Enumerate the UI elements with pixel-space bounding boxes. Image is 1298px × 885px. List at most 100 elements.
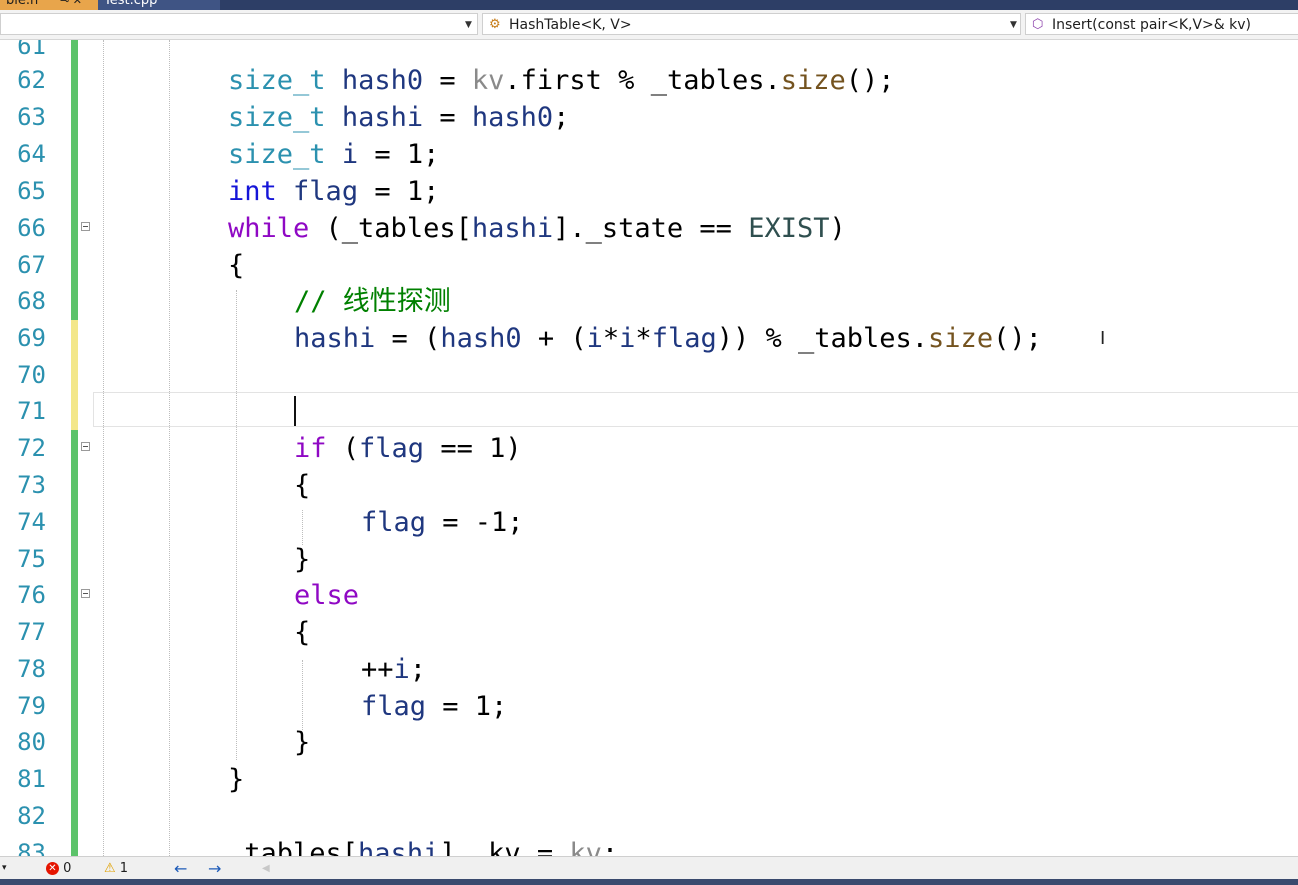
line-number: 80: [17, 728, 46, 756]
collapse-toggle[interactable]: [81, 589, 90, 598]
change-marker: [71, 320, 78, 357]
change-marker: [71, 504, 78, 541]
line-number: 75: [17, 545, 46, 573]
code-line: 78 ++i;: [0, 651, 1298, 688]
tab-header-file[interactable]: ble.h ⊸ ✕: [0, 0, 98, 10]
line-number: 73: [17, 471, 46, 499]
change-marker: [71, 357, 78, 394]
warning-count-value: 1: [119, 861, 129, 876]
code-line: 82: [0, 798, 1298, 835]
code-line: 79 flag = 1;: [0, 688, 1298, 725]
line-number: 68: [17, 287, 46, 315]
line-number: 69: [17, 324, 46, 352]
warning-icon: ⚠: [104, 861, 116, 876]
member-dropdown[interactable]: ⬡ Insert(const pair<K,V>& kv): [1025, 13, 1298, 35]
collapse-toggle[interactable]: [81, 222, 90, 231]
method-icon: ⬡: [1032, 17, 1044, 32]
change-marker: [71, 283, 78, 320]
line-number: 79: [17, 692, 46, 720]
code-text: }: [294, 544, 311, 575]
navigate-forward-icon[interactable]: →: [208, 860, 221, 877]
line-number: 78: [17, 655, 46, 683]
change-marker: [71, 577, 78, 614]
code-line: 81 }: [0, 761, 1298, 798]
code-text: size_t i = 1;: [228, 139, 440, 170]
change-marker: [71, 393, 78, 430]
code-text: hashi = (hash0 + (i*i*flag)) % _tables.s…: [294, 323, 1042, 354]
code-editor[interactable]: 61 62 size_t hash0 = kv.first % _tables.…: [0, 40, 1298, 856]
code-text: _tables[hashi]._kv = kv;: [228, 838, 619, 856]
code-text: {: [294, 617, 311, 648]
line-number: 81: [17, 765, 46, 793]
chevron-down-icon: ▼: [1010, 20, 1017, 30]
line-number: 63: [17, 103, 46, 131]
navigate-back-icon[interactable]: ←: [174, 860, 187, 877]
code-text: if (flag == 1): [294, 433, 522, 464]
code-line: 70: [0, 357, 1298, 394]
code-line: 68 // 线性探测: [0, 283, 1298, 320]
change-marker: [71, 467, 78, 504]
scroll-left-icon[interactable]: ◀: [262, 860, 270, 877]
line-number: 74: [17, 508, 46, 536]
code-text: }: [294, 727, 311, 758]
code-comment: // 线性探测: [294, 286, 451, 317]
change-marker: [71, 688, 78, 725]
change-marker: [71, 614, 78, 651]
mouse-ibeam-cursor: I: [1100, 328, 1106, 349]
code-text: while (_tables[hashi]._state == EXIST): [228, 213, 846, 244]
code-line: 76 else: [0, 577, 1298, 614]
tab-test-cpp[interactable]: Test.cpp: [98, 0, 220, 10]
change-marker: [71, 62, 78, 99]
code-line: 62 size_t hash0 = kv.first % _tables.siz…: [0, 62, 1298, 99]
code-line: 75 }: [0, 541, 1298, 578]
line-number: 65: [17, 177, 46, 205]
error-icon: ✕: [46, 862, 59, 875]
line-number: 77: [17, 618, 46, 646]
code-text: flag = -1;: [361, 507, 524, 538]
code-text: else: [294, 580, 360, 611]
pin-icon[interactable]: ⊸ ✕: [60, 0, 82, 10]
code-line: 67 {: [0, 247, 1298, 284]
error-count[interactable]: ✕ 0: [46, 860, 71, 877]
code-text: flag = 1;: [361, 691, 508, 722]
navigation-bar: ▼ ⚙ HashTable<K, V> ▼ ⬡ Insert(const pai…: [0, 10, 1298, 40]
error-count-value: 0: [63, 861, 72, 876]
change-marker: [71, 798, 78, 835]
editor-status-bar: ▾ ✕ 0 ⚠ 1 ← → ◀: [0, 856, 1298, 880]
code-line: 65 int flag = 1;: [0, 173, 1298, 210]
warning-count[interactable]: ⚠ 1: [104, 860, 128, 877]
class-icon: ⚙: [489, 17, 501, 32]
change-marker: [71, 247, 78, 284]
change-marker: [71, 541, 78, 578]
change-marker: [71, 430, 78, 467]
code-line: 80 }: [0, 724, 1298, 761]
chevron-down-icon: ▼: [465, 20, 472, 30]
change-marker: [71, 835, 78, 856]
line-number: 83: [17, 839, 46, 856]
code-text: {: [294, 470, 311, 501]
zoom-dropdown-icon[interactable]: ▾: [2, 860, 7, 877]
change-marker: [71, 99, 78, 136]
change-marker: [71, 210, 78, 247]
line-number: 66: [17, 214, 46, 242]
code-line: 77 {: [0, 614, 1298, 651]
change-marker: [71, 724, 78, 761]
code-line: 73 {: [0, 467, 1298, 504]
code-line: 83 _tables[hashi]._kv = kv;: [0, 835, 1298, 856]
code-text: ++i;: [361, 654, 427, 685]
project-dropdown[interactable]: ▼: [0, 13, 478, 35]
change-marker: [71, 761, 78, 798]
line-number: 67: [17, 251, 46, 279]
collapse-toggle[interactable]: [81, 442, 90, 451]
scope-dropdown[interactable]: ⚙ HashTable<K, V> ▼: [482, 13, 1021, 35]
code-text: size_t hash0 = kv.first % _tables.size()…: [228, 65, 895, 96]
code-text: }: [228, 764, 245, 795]
code-line: 72 if (flag == 1): [0, 430, 1298, 467]
code-line: 74 flag = -1;: [0, 504, 1298, 541]
tab-label: ble.h: [6, 0, 39, 8]
code-text: {: [228, 250, 245, 281]
change-marker: [71, 136, 78, 173]
document-tab-strip: ble.h ⊸ ✕ Test.cpp: [0, 0, 1298, 10]
code-line: 66 while (_tables[hashi]._state == EXIST…: [0, 210, 1298, 247]
line-number: 71: [17, 397, 46, 425]
